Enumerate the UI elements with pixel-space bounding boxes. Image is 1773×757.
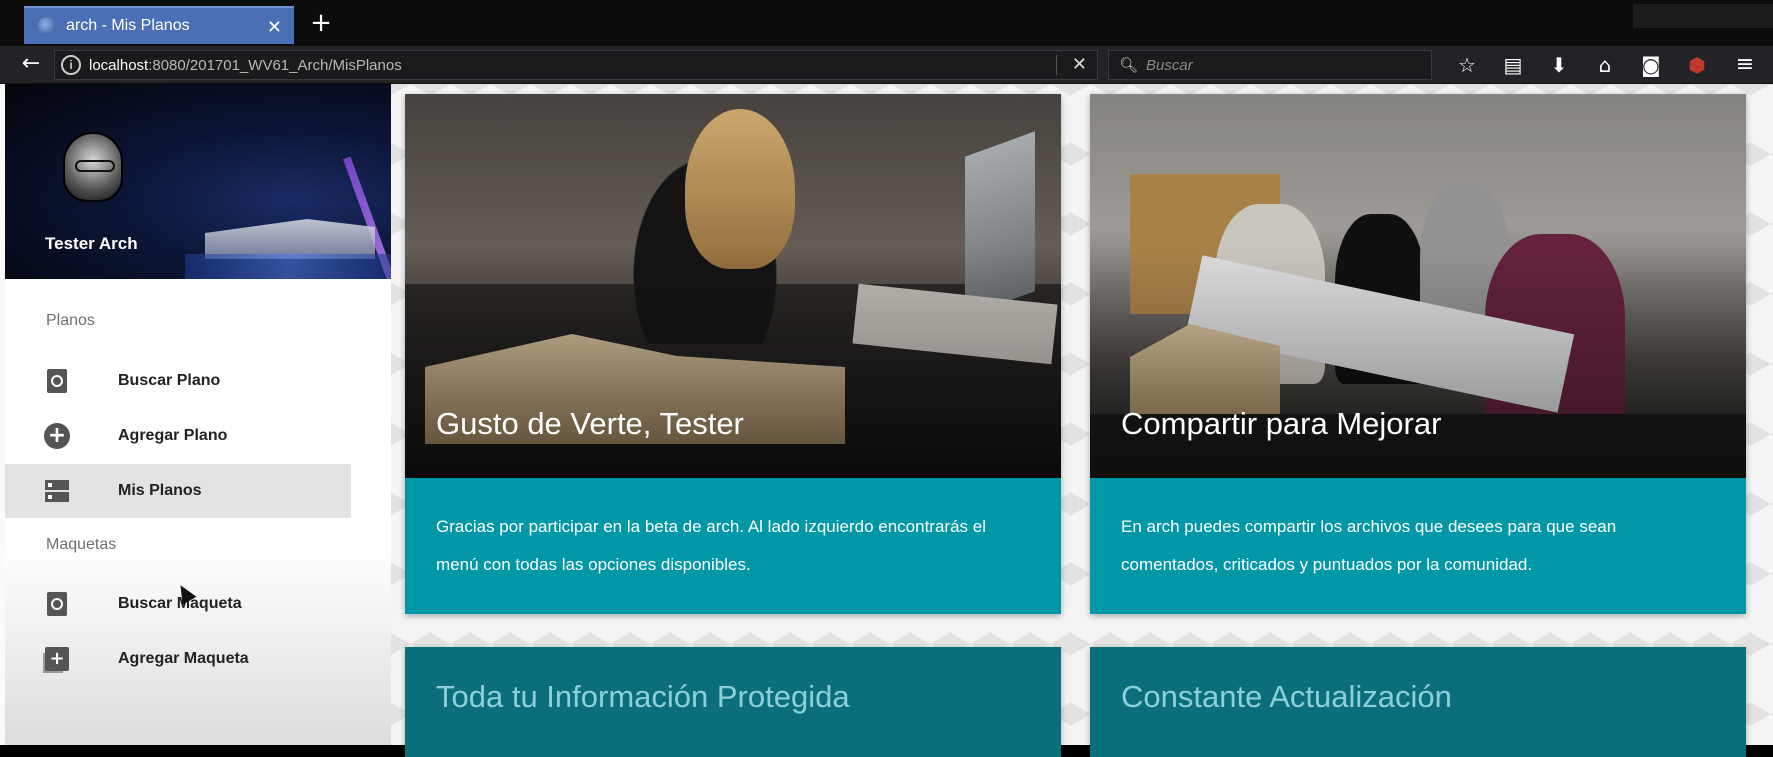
- toolbar-icons: ☆ ▤ ⬇ ⌂ ◙ ⬢: [1444, 50, 1720, 80]
- card-image: Compartir para Mejorar: [1090, 94, 1746, 478]
- card-title: Gusto de Verte, Tester: [436, 406, 744, 441]
- search-placeholder: Buscar: [1146, 56, 1193, 74]
- storage-icon: [43, 477, 71, 505]
- pocket-icon[interactable]: ◙: [1628, 50, 1674, 80]
- sidebar-item-agregar-maqueta[interactable]: + Agregar Maqueta: [5, 632, 351, 686]
- section-title-planos: Planos: [46, 312, 95, 329]
- updates-card: Constante Actualización: [1090, 647, 1746, 757]
- browser-nav-bar: ← i localhost :8080/201701_WV61_Arch/Mis…: [0, 46, 1773, 84]
- card-image: Gusto de Verte, Tester: [405, 94, 1061, 478]
- search-input[interactable]: 🔍︎ Buscar: [1108, 50, 1432, 80]
- sidebar-item-label: Agregar Maqueta: [118, 650, 249, 667]
- search-icon: 🔍︎: [1119, 56, 1139, 74]
- add-circle-icon: +: [43, 422, 71, 450]
- search-document-icon: [43, 590, 71, 618]
- sidebar: Tester Arch Planos Buscar Plano + Agrega…: [5, 84, 391, 745]
- card-title: Toda tu Información Protegida: [436, 679, 850, 714]
- card-text: Gracias por participar en la beta de arc…: [436, 517, 986, 574]
- new-tab-button[interactable]: +: [306, 8, 336, 38]
- url-bar[interactable]: i localhost :8080/201701_WV61_Arch/MisPl…: [54, 50, 1098, 80]
- tabbar-spacer: [1633, 4, 1773, 28]
- avatar-glasses: [75, 160, 115, 172]
- add-box-icon: +: [43, 645, 71, 673]
- sidebar-item-mis-planos[interactable]: Mis Planos: [5, 464, 351, 518]
- sidebar-item-label: Buscar Plano: [118, 372, 221, 389]
- ublock-icon[interactable]: ⬢: [1674, 50, 1720, 80]
- sidebar-item-agregar-plano[interactable]: + Agregar Plano: [5, 409, 351, 463]
- download-icon[interactable]: ⬇: [1536, 50, 1582, 80]
- share-card: Compartir para Mejorar En arch puedes co…: [1090, 94, 1746, 614]
- main-content: Gusto de Verte, Tester Gracias por parti…: [391, 84, 1773, 757]
- security-card: Toda tu Información Protegida: [405, 647, 1061, 757]
- header-glow: [185, 254, 391, 279]
- profile-header: Tester Arch: [5, 84, 391, 279]
- avatar[interactable]: [63, 132, 123, 202]
- url-separator: [1056, 55, 1057, 75]
- url-host: localhost: [89, 56, 149, 74]
- back-arrow-icon[interactable]: ←: [8, 50, 54, 80]
- tab-title: arch - Mis Planos: [66, 17, 190, 34]
- header-building-image: [205, 219, 375, 259]
- menu-icon[interactable]: ≡: [1727, 50, 1763, 80]
- home-icon[interactable]: ⌂: [1582, 50, 1628, 80]
- card-title: Constante Actualización: [1121, 679, 1452, 714]
- site-info-icon[interactable]: i: [61, 55, 81, 75]
- tab-close-icon[interactable]: ✕: [267, 17, 282, 38]
- page: Tester Arch Planos Buscar Plano + Agrega…: [0, 84, 1773, 757]
- sidebar-item-label: Agregar Plano: [118, 427, 228, 444]
- sidebar-item-label: Mis Planos: [118, 482, 202, 499]
- browser-tab[interactable]: arch - Mis Planos ✕: [24, 6, 294, 44]
- browser-tab-bar: arch - Mis Planos ✕ +: [0, 0, 1773, 46]
- search-document-icon: [43, 367, 71, 395]
- reader-icon[interactable]: ▤: [1490, 50, 1536, 80]
- star-icon[interactable]: ☆: [1444, 50, 1490, 80]
- url-clear-icon[interactable]: ✕: [1072, 54, 1087, 75]
- favicon-icon: [38, 17, 56, 35]
- user-name: Tester Arch: [45, 234, 138, 253]
- welcome-card: Gusto de Verte, Tester Gracias por parti…: [405, 94, 1061, 614]
- url-path: :8080/201701_WV61_Arch/MisPlanos: [148, 56, 402, 74]
- section-title-maquetas: Maquetas: [46, 536, 117, 553]
- card-title: Compartir para Mejorar: [1121, 406, 1442, 441]
- card-text: En arch puedes compartir los archivos qu…: [1121, 517, 1617, 574]
- sidebar-item-buscar-plano[interactable]: Buscar Plano: [5, 354, 351, 408]
